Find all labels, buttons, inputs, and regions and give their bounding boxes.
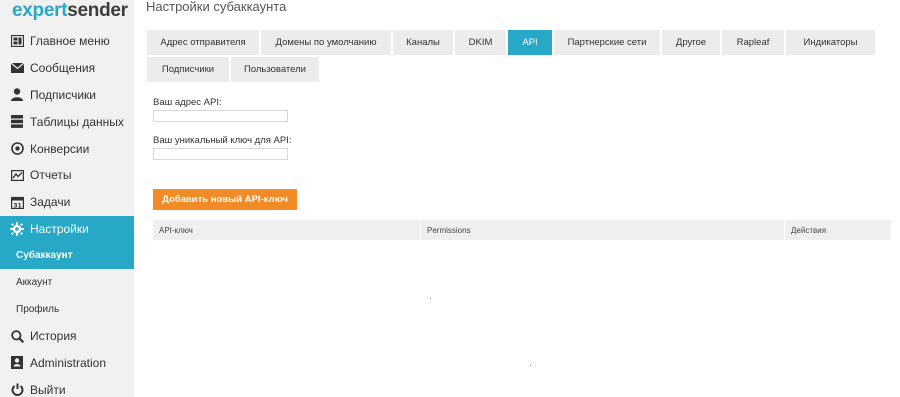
chart-icon [9, 167, 25, 183]
add-api-key-button[interactable]: Добавить новый API-ключ [153, 189, 297, 210]
tab-default-domains[interactable]: Домены по умолчанию [260, 29, 392, 56]
logo-part-sender: sender [67, 0, 128, 21]
column-header-permissions[interactable]: Permissions [421, 220, 785, 240]
api-address-label: Ваш адрес API: [153, 97, 222, 108]
sidebar-item-settings[interactable]: Настройки [0, 215, 134, 243]
contacts-icon [9, 355, 25, 371]
envelope-icon [9, 60, 25, 76]
sidebar-item-label: Сообщения [30, 61, 96, 76]
sidebar-item-label: Конверсии [30, 141, 90, 156]
calendar-icon: 31 [9, 194, 25, 210]
sidebar-item-label: Выйти [30, 382, 66, 397]
sidebar-item-subscribers[interactable]: Подписчики [0, 82, 134, 109]
sidebar-subitem-profile[interactable]: Профиль [0, 296, 134, 323]
sidebar-item-label: Подписчики [30, 87, 97, 102]
user-icon [9, 87, 25, 103]
tab-row-1: Адрес отправителя Домены по умолчанию Ка… [146, 29, 878, 56]
search-icon [9, 328, 25, 344]
app-logo[interactable]: expertsender [12, 0, 128, 22]
api-key-label: Ваш уникальный ключ для API: [153, 135, 292, 146]
sidebar-item-history[interactable]: История [0, 323, 134, 350]
gear-icon [9, 221, 25, 237]
database-icon [9, 114, 25, 130]
sidebar-item-label: Задачи [30, 195, 71, 210]
api-address-field[interactable] [153, 110, 288, 122]
sidebar-nav: Главное меню Сообщения Подписчики Таблиц… [0, 28, 134, 397]
api-key-field[interactable] [153, 148, 288, 160]
sidebar-item-conversions[interactable]: Конверсии [0, 135, 134, 162]
svg-text:31: 31 [13, 202, 21, 209]
tab-indicators[interactable]: Индикаторы [785, 29, 876, 56]
api-form: Ваш адрес API: Ваш уникальный ключ для A… [153, 96, 291, 160]
sidebar-item-label: Administration [30, 355, 107, 370]
power-icon [9, 382, 25, 397]
sidebar-item-label: История [30, 329, 77, 344]
target-icon [9, 141, 25, 157]
sidebar-item-reports[interactable]: Отчеты [0, 162, 134, 189]
sidebar-item-label: Главное меню [30, 34, 110, 49]
tab-other[interactable]: Другое [661, 29, 721, 56]
sidebar-item-label: Субаккаунт [16, 250, 73, 262]
page-title: Настройки субаккаунта [146, 0, 287, 14]
sidebar-item-main-menu[interactable]: Главное меню [0, 28, 134, 55]
sidebar-item-label: Настройки [30, 221, 89, 236]
sidebar-item-tasks[interactable]: 31 Задачи [0, 189, 134, 216]
sidebar-subitem-account[interactable]: Аккаунт [0, 269, 134, 296]
column-header-api-key[interactable]: API-ключ [153, 220, 421, 240]
logo-part-expert: expert [12, 0, 68, 21]
home-icon [9, 33, 25, 49]
tab-users[interactable]: Пользователи [230, 56, 320, 83]
tab-partner-networks[interactable]: Партнерские сети [553, 29, 661, 56]
sidebar-item-label: Таблицы данных [30, 114, 124, 129]
tab-rapleaf[interactable]: Rapleaf [721, 29, 785, 56]
stray-pixel [530, 365, 531, 366]
tab-row-2: Подписчики Пользователи [146, 56, 878, 83]
sidebar-item-administration[interactable]: Administration [0, 350, 134, 377]
sidebar-item-label: Профиль [16, 303, 60, 315]
sidebar-subitem-subaccount[interactable]: Субаккаунт [0, 242, 134, 270]
sidebar: expertsender Главное меню Сообщения Подп… [0, 0, 134, 397]
settings-tabs: Адрес отправителя Домены по умолчанию Ка… [146, 29, 878, 83]
tab-channels[interactable]: Каналы [392, 29, 454, 56]
sidebar-item-logout[interactable]: Выйти [0, 376, 134, 397]
sidebar-item-data-tables[interactable]: Таблицы данных [0, 108, 134, 135]
sidebar-item-label: Отчеты [30, 168, 72, 183]
column-header-actions[interactable]: Действия [785, 220, 891, 240]
tab-api[interactable]: API [507, 29, 553, 56]
tab-dkim[interactable]: DKIM [454, 29, 507, 56]
stray-pixel [430, 298, 431, 299]
api-keys-table-header: API-ключ Permissions Действия [153, 220, 891, 240]
sidebar-item-label: Аккаунт [16, 277, 53, 289]
tab-subscribers[interactable]: Подписчики [146, 56, 230, 83]
sidebar-item-messages[interactable]: Сообщения [0, 55, 134, 82]
tab-sender-address[interactable]: Адрес отправителя [146, 29, 260, 56]
